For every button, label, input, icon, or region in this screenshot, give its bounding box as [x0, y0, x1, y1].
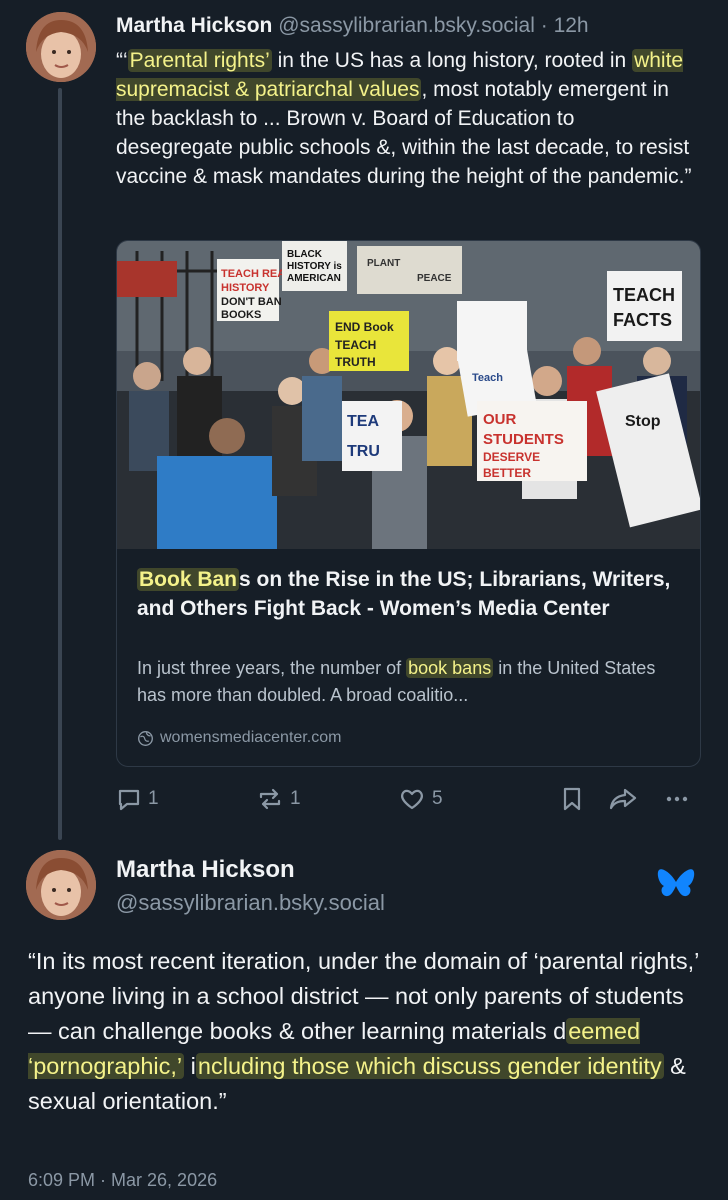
avatar-photo [26, 850, 96, 920]
highlighted-text: book bans [406, 658, 494, 678]
reply-button[interactable]: 1 [116, 786, 159, 812]
svg-text:BETTER: BETTER [483, 466, 531, 480]
heart-icon [401, 789, 423, 810]
svg-text:HISTORY: HISTORY [221, 282, 270, 294]
svg-text:OUR: OUR [483, 411, 517, 428]
svg-text:BOOKS: BOOKS [221, 309, 261, 321]
like-button[interactable]: 5 [398, 786, 443, 812]
globe-icon [138, 730, 153, 746]
more-options-button[interactable] [664, 786, 690, 812]
post-timestamp[interactable]: 6:09 PM · Mar 26, 2026 [28, 1170, 217, 1191]
svg-text:FACTS: FACTS [613, 310, 672, 330]
butterfly-icon [657, 869, 695, 897]
repost-count: 1 [290, 788, 301, 809]
card-description-text: In just three years, the number of [137, 658, 407, 678]
more-icon [666, 796, 688, 802]
avatar[interactable] [26, 850, 96, 920]
svg-text:TEACH: TEACH [613, 285, 675, 305]
svg-text:AMERICAN: AMERICAN [287, 273, 341, 284]
share-button[interactable] [608, 786, 638, 812]
card-description: In just three years, the number of book … [137, 655, 682, 709]
post-text-segment: i [184, 1053, 196, 1079]
svg-text:Teach: Teach [472, 372, 503, 384]
link-preview-card[interactable]: TEACH REAL HISTORY DON'T BAN BOOKS BLACK… [116, 240, 701, 767]
svg-text:TEACH REAL: TEACH REAL [221, 268, 292, 280]
svg-text:PLANT: PLANT [367, 258, 400, 269]
card-domain-text: womensmediacenter.com [160, 729, 342, 746]
post-text: “‘Parental rights’ in the US has a long … [116, 46, 696, 191]
post-actions: 1 1 5 [116, 786, 701, 816]
bluesky-logo [656, 866, 696, 907]
author-name[interactable]: Martha Hickson [116, 856, 295, 884]
svg-text:Stop: Stop [625, 413, 661, 430]
share-icon [609, 788, 637, 810]
avatar[interactable] [26, 12, 96, 82]
author-name[interactable]: Martha Hickson [116, 14, 272, 37]
svg-text:TEACH: TEACH [335, 338, 376, 352]
reply-icon [118, 789, 140, 811]
like-count: 5 [432, 788, 443, 809]
bookmark-button[interactable] [560, 786, 584, 812]
svg-text:BLACK: BLACK [287, 249, 323, 260]
svg-text:PEACE: PEACE [417, 273, 452, 284]
card-title[interactable]: Book Bans on the Rise in the US; Librari… [137, 565, 682, 623]
card-domain: womensmediacenter.com [137, 729, 341, 747]
author-handle[interactable]: @sassylibrarian.bsky.social [278, 14, 535, 37]
post-text-segment: in the US has a long history, rooted in [271, 49, 633, 72]
highlighted-text: ncluding those which discuss gender iden… [195, 1053, 664, 1079]
quoted-post-text: “In its most recent iteration, under the… [28, 944, 708, 1119]
svg-text:END Book: END Book [335, 320, 394, 334]
highlighted-text: Parental rights’ [127, 49, 272, 72]
thread-line [58, 88, 62, 840]
card-image[interactable]: TEACH REAL HISTORY DON'T BAN BOOKS BLACK… [117, 241, 700, 549]
author-handle[interactable]: @sassylibrarian.bsky.social [116, 890, 385, 916]
repost-icon [259, 788, 281, 810]
post-thread-parent: Martha Hickson @sassylibrarian.bsky.soci… [0, 0, 728, 840]
highlighted-text: Book Ban [137, 568, 240, 591]
repost-button[interactable]: 1 [256, 786, 301, 812]
protest-photo: TEACH REAL HISTORY DON'T BAN BOOKS BLACK… [117, 241, 700, 549]
reply-count: 1 [148, 788, 159, 809]
svg-text:HISTORY is: HISTORY is [287, 261, 342, 272]
bookmark-icon [563, 787, 581, 811]
post-time[interactable]: · 12h [541, 14, 589, 37]
post-text-segment: “‘ [116, 49, 128, 72]
post-header: Martha Hickson @sassylibrarian.bsky.soci… [116, 12, 589, 40]
svg-text:TRUTH: TRUTH [335, 355, 376, 369]
svg-text:STUDENTS: STUDENTS [483, 431, 564, 448]
svg-text:TEA: TEA [347, 413, 379, 430]
svg-text:TRU: TRU [347, 443, 380, 460]
svg-text:DON'T BAN: DON'T BAN [221, 296, 282, 308]
avatar-photo [26, 12, 96, 82]
svg-text:DESERVE: DESERVE [483, 450, 540, 464]
